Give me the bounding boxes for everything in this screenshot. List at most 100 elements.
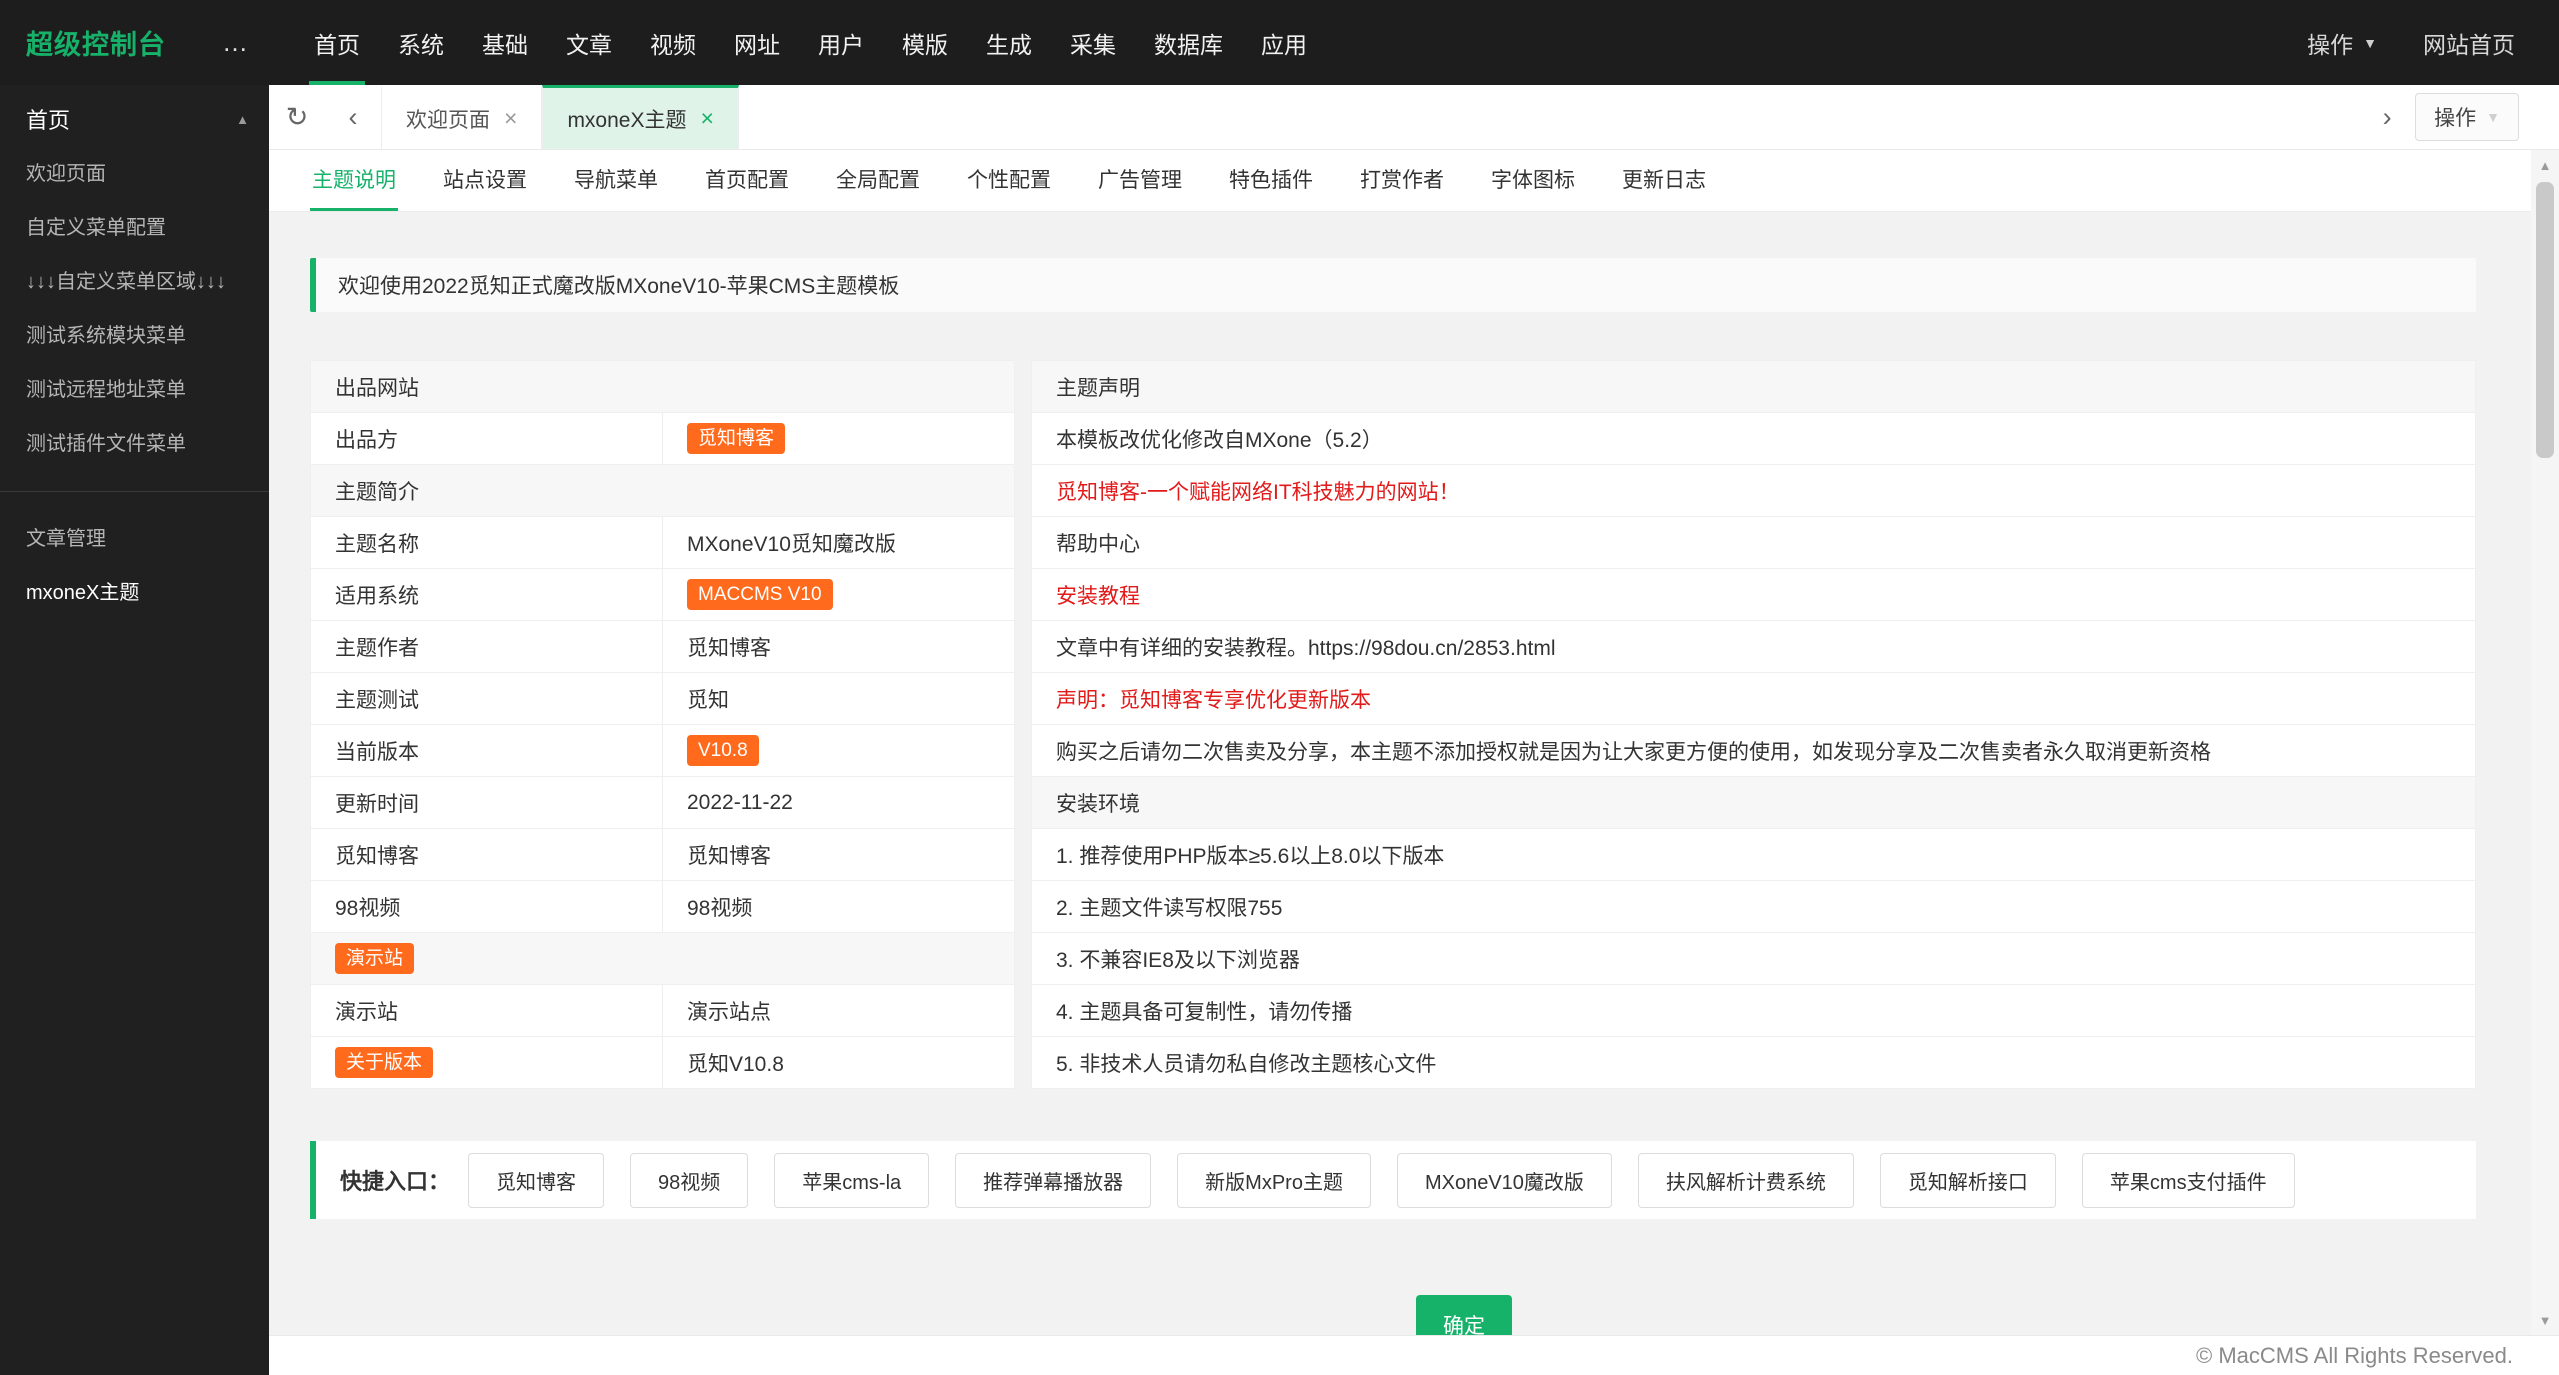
row-value: 98视频 [662, 880, 1015, 933]
subtab[interactable]: 全局配置 [834, 150, 922, 211]
quick-link-button[interactable]: 苹果cms支付插件 [2081, 1152, 2295, 1208]
site-home-link[interactable]: 网站首页 [2423, 26, 2515, 60]
tab-strip: ↻ ‹ 欢迎页面 × mxoneX主题 × › 操作 ▼ [269, 85, 2559, 150]
quick-links-panel: 快捷入口： 觅知博客 98视频 苹果cms-la 推荐弹幕播放器 新版MxPro主题 MX… [310, 1141, 2476, 1219]
badge: MACCMS V10 [687, 579, 833, 610]
submit-button[interactable]: 确定 [1416, 1295, 1512, 1335]
sidebar-group-label: 首页 [26, 108, 71, 133]
sidebar-items: 欢迎页面 自定义菜单配置 ↓↓↓自定义菜单区域↓↓↓ 测试系统模块菜单 测试远程地址菜单… [0, 147, 269, 620]
tab-operate-label: 操作 [2434, 107, 2477, 130]
row-value: 2022-11-22 [662, 776, 1015, 829]
row-label: 主题作者 [310, 620, 663, 673]
copyright-text: © MacCMS All Rights Reserved. [2196, 1342, 2513, 1368]
sidebar: 首页 ▲ 欢迎页面 自定义菜单配置 ↓↓↓自定义菜单区域↓↓↓ 测试系统模块菜单 测试远… [0, 85, 269, 1375]
topbar-right: 操作 ▼ 网站首页 [2307, 0, 2559, 85]
tab-label: mxoneX主题 [567, 108, 687, 132]
badge: 觅知博客 [687, 423, 786, 454]
subtab[interactable]: 导航菜单 [572, 150, 660, 211]
topnav-item[interactable]: 视频 [631, 0, 715, 85]
refresh-icon[interactable]: ↻ [269, 102, 325, 133]
more-menu-icon[interactable]: … [214, 27, 259, 58]
topnav-item[interactable]: 系统 [379, 0, 463, 85]
sidebar-item[interactable]: ↓↓↓自定义菜单区域↓↓↓ [0, 255, 269, 309]
row-value: 演示站点 [662, 984, 1015, 1037]
collapse-up-icon: ▲ [236, 111, 249, 127]
note-text: 声明：觅知博客专享优化更新版本 [1031, 672, 2476, 725]
sidebar-item[interactable]: mxoneX主题 [0, 566, 269, 620]
subtab[interactable]: 首页配置 [703, 150, 791, 211]
sidebar-item[interactable]: 自定义菜单配置 [0, 201, 269, 255]
top-nav: 首页 系统 基础 文章 视频 网址 用户 模版 生成 采集 数据库 应用 [295, 0, 1326, 85]
sidebar-divider [0, 491, 269, 492]
subtab[interactable]: 更新日志 [1620, 150, 1708, 211]
table-section-header: 主题声明 [1031, 360, 2476, 413]
sidebar-item[interactable]: 欢迎页面 [0, 147, 269, 201]
quick-link-button[interactable]: 新版MxPro主题 [1177, 1152, 1371, 1208]
row-label: 出品方 [310, 412, 663, 465]
tab-label: 欢迎页面 [406, 108, 490, 132]
subtab[interactable]: 广告管理 [1096, 150, 1184, 211]
row-label: 主题名称 [310, 516, 663, 569]
topnav-item[interactable]: 生成 [967, 0, 1051, 85]
subtab[interactable]: 主题说明 [310, 150, 398, 211]
quick-link-button[interactable]: MXoneV10魔改版 [1396, 1152, 1612, 1208]
sidebar-item[interactable]: 测试远程地址菜单 [0, 363, 269, 417]
theme-notes-table: 主题声明 本模板改优化修改自MXone（5.2） 觅知博客-一个赋能网络IT科技魅力… [1031, 360, 2476, 1089]
tab-operate-dropdown[interactable]: 操作 ▼ [2415, 93, 2519, 141]
note-text: 3. 不兼容IE8及以下浏览器 [1031, 932, 2476, 985]
vertical-scrollbar[interactable]: ▲ ▼ [2531, 150, 2559, 1335]
topnav-item[interactable]: 基础 [463, 0, 547, 85]
row-label: 当前版本 [310, 724, 663, 777]
subtab[interactable]: 打赏作者 [1358, 150, 1446, 211]
brand-zone: 超级控制台 … [0, 0, 269, 85]
topnav-item[interactable]: 采集 [1051, 0, 1135, 85]
quick-link-button[interactable]: 觅知解析接口 [1879, 1152, 2056, 1208]
tab[interactable]: mxoneX主题 × [542, 85, 739, 149]
operate-dropdown-label: 操作 [2307, 31, 2354, 58]
tabs-scroll-right-icon[interactable]: › [2359, 102, 2415, 133]
scroll-down-icon[interactable]: ▼ [2531, 1305, 2559, 1335]
theme-subtabs: 主题说明 站点设置 导航菜单 首页配置 全局配置 个性配置 广告管理 特色插件 打赏作者 字体图标… [269, 150, 2559, 212]
topnav-item[interactable]: 网址 [715, 0, 799, 85]
sidebar-item[interactable]: 文章管理 [0, 512, 269, 566]
note-text: 5. 非技术人员请勿私自修改主题核心文件 [1031, 1036, 2476, 1089]
topnav-item[interactable]: 应用 [1242, 0, 1326, 85]
theme-info-table: 出品网站 出品方 觅知博客 主题简介 主题名称 MXoneV10觅知魔改版 适用系统 MACC… [310, 360, 1015, 1089]
topnav-item[interactable]: 模版 [883, 0, 967, 85]
sidebar-item[interactable]: 测试系统模块菜单 [0, 309, 269, 363]
topnav-item[interactable]: 首页 [295, 0, 379, 85]
topnav-item[interactable]: 用户 [799, 0, 883, 85]
tab[interactable]: 欢迎页面 × [381, 85, 543, 149]
scroll-up-icon[interactable]: ▲ [2531, 150, 2559, 180]
quick-links-label: 快捷入口： [340, 1169, 451, 1194]
row-value: 觅知V10.8 [662, 1036, 1015, 1089]
note-text: 2. 主题文件读写权限755 [1031, 880, 2476, 933]
info-tables: 出品网站 出品方 觅知博客 主题简介 主题名称 MXoneV10觅知魔改版 适用系统 MACC… [310, 360, 2476, 1089]
topnav-item[interactable]: 文章 [547, 0, 631, 85]
quick-link-button[interactable]: 苹果cms-la [774, 1152, 930, 1208]
quick-link-button[interactable]: 98视频 [630, 1152, 749, 1208]
app-logo: 超级控制台 [26, 30, 166, 60]
subtab[interactable]: 特色插件 [1227, 150, 1315, 211]
quick-link-button[interactable]: 扶风解析计费系统 [1637, 1152, 1854, 1208]
tab-close-icon[interactable]: × [700, 105, 713, 132]
quick-link-button[interactable]: 觅知博客 [468, 1152, 605, 1208]
tab-close-icon[interactable]: × [504, 105, 517, 132]
row-value: MXoneV10觅知魔改版 [662, 516, 1015, 569]
tabs-scroll-left-icon[interactable]: ‹ [325, 102, 381, 133]
note-text: 购买之后请勿二次售卖及分享，本主题不添加授权就是因为让大家更方便的使用，如发现分… [1031, 724, 2476, 777]
note-text: 觅知博客-一个赋能网络IT科技魅力的网站！ [1031, 464, 2476, 517]
row-label: 主题测试 [310, 672, 663, 725]
row-label: 更新时间 [310, 776, 663, 829]
scrollbar-thumb[interactable] [2536, 182, 2554, 458]
subtab[interactable]: 站点设置 [441, 150, 529, 211]
subtab[interactable]: 个性配置 [965, 150, 1053, 211]
sidebar-group-header[interactable]: 首页 ▲ [0, 91, 269, 147]
topnav-item[interactable]: 数据库 [1135, 0, 1242, 85]
operate-dropdown[interactable]: 操作 ▼ [2307, 26, 2377, 60]
quick-link-button[interactable]: 推荐弹幕播放器 [955, 1152, 1152, 1208]
page-content: 欢迎使用2022觅知正式魔改版MXoneV10-苹果CMS主题模板 出品网站 出品… [269, 212, 2559, 1335]
sidebar-item[interactable]: 测试插件文件菜单 [0, 417, 269, 471]
subtab[interactable]: 字体图标 [1489, 150, 1577, 211]
note-text: 文章中有详细的安装教程。https://98dou.cn/2853.html [1031, 620, 2476, 673]
